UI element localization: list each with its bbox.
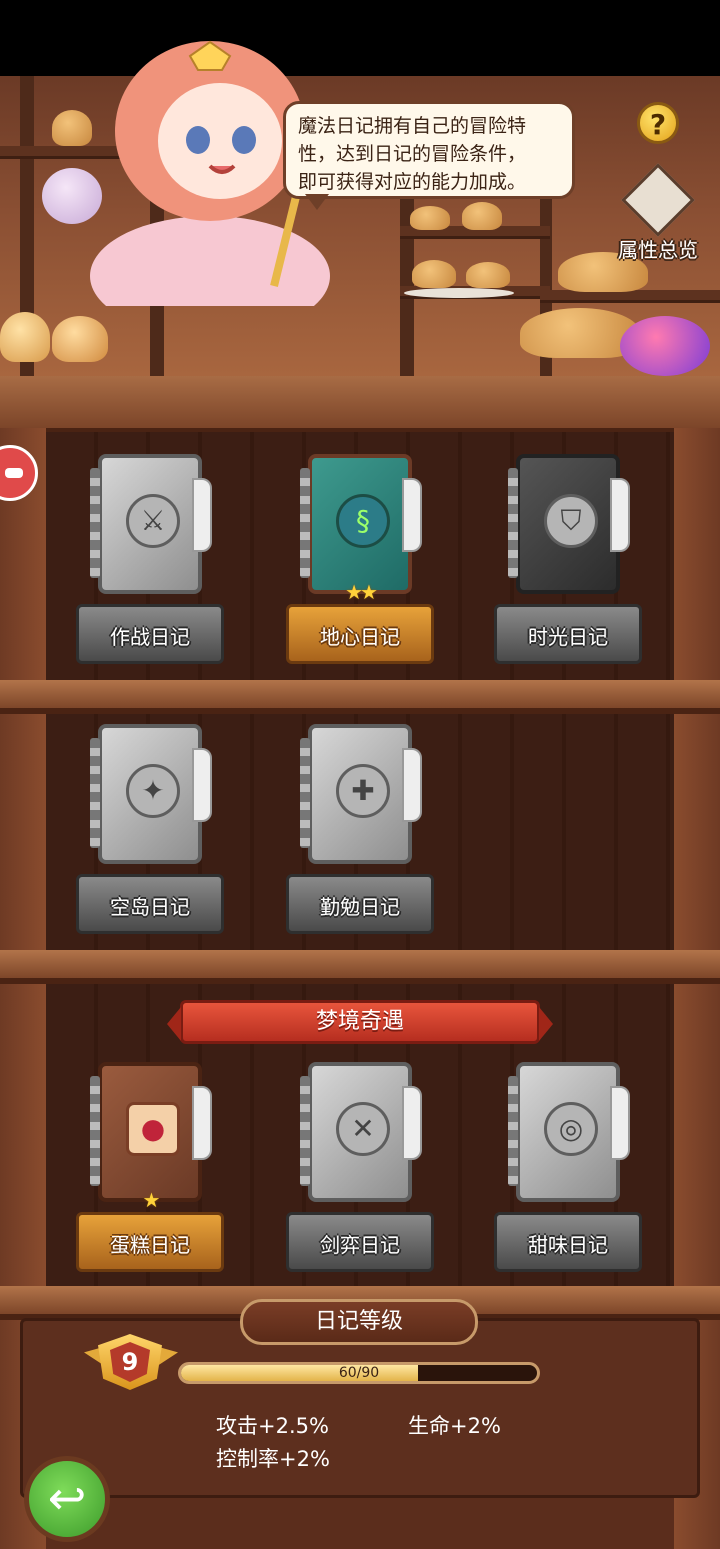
star-rating: ★ [142, 1188, 161, 1212]
book-cover: ✚ [300, 724, 422, 864]
book-icon [621, 163, 695, 237]
shelf-board [0, 950, 720, 984]
diary-pedestal: 蛋糕日记 [76, 1212, 224, 1272]
book-cover: ◎ [508, 1062, 630, 1202]
earth-core-icon: § [336, 494, 390, 548]
diary-name: 作战日记 [110, 625, 190, 649]
shield-icon: ⛉ [544, 494, 598, 548]
level-progress-bar: 60/90 [178, 1362, 540, 1384]
diary-sword-chess[interactable]: ✕ 剑弈日记 [280, 1062, 440, 1282]
diary-pedestal: 作战日记 [76, 604, 224, 664]
diary-pedestal: 勤勉日记 [286, 874, 434, 934]
dream-encounter-banner: 梦境奇遇 [167, 1000, 553, 1044]
diary-name: 蛋糕日记 [110, 1233, 190, 1257]
diary-pedestal: 剑弈日记 [286, 1212, 434, 1272]
stat-control: 控制率+2% [216, 1447, 330, 1471]
cross-emblem-icon: ✚ [336, 764, 390, 818]
crossed-blades-icon: ✕ [336, 1102, 390, 1156]
diary-sweet[interactable]: ◎ 甜味日记 [488, 1062, 648, 1282]
speech-bubble-tail [305, 194, 329, 210]
book-cover: § [300, 454, 422, 594]
book-cover: ● [90, 1062, 212, 1202]
diary-name: 时光日记 [528, 625, 608, 649]
diary-name: 勤勉日记 [320, 895, 400, 919]
bookcase-top [0, 376, 720, 432]
diary-combat[interactable]: ⚔ 作战日记 [70, 454, 230, 674]
diary-name: 地心日记 [320, 625, 400, 649]
diary-pedestal: 时光日记 [494, 604, 642, 664]
cake-icon: ● [126, 1102, 180, 1156]
book-cover: ⛉ [508, 454, 630, 594]
diary-level-title: 日记等级 [240, 1299, 478, 1345]
book-cover: ✕ [300, 1062, 422, 1202]
diary-diligence[interactable]: ✚ 勤勉日记 [280, 724, 440, 944]
diary-pedestal: 甜味日记 [494, 1212, 642, 1272]
compass-icon: ✦ [126, 764, 180, 818]
diary-cake[interactable]: ● ★ 蛋糕日记 [70, 1062, 230, 1282]
level-progress-text: 60/90 [338, 1365, 380, 1381]
diary-name: 剑弈日记 [320, 1233, 400, 1257]
level-number: 9 [110, 1342, 150, 1382]
star-rating: ★★ [345, 580, 378, 604]
attribute-overview-label: 属性总览 [618, 238, 698, 262]
shelf-board [0, 680, 720, 714]
diary-time[interactable]: ⛉ 时光日记 [488, 454, 648, 674]
diary-earth-core[interactable]: § ★★ 地心日记 [280, 454, 440, 674]
crossed-swords-icon: ⚔ [126, 494, 180, 548]
diary-sky-island[interactable]: ✦ 空岛日记 [70, 724, 230, 944]
stat-attack: 攻击+2.5% [216, 1414, 329, 1438]
diary-name: 甜味日记 [528, 1233, 608, 1257]
guide-speech-bubble: 魔法日记拥有自己的冒险特 性，达到日记的冒险条件， 即可获得对应的能力加成。 [283, 101, 575, 199]
back-arrow-icon: ↩ [47, 1471, 87, 1525]
diary-pedestal: 空岛日记 [76, 874, 224, 934]
attribute-overview-button[interactable]: 属性总览 [606, 163, 710, 262]
book-cover: ⚔ [90, 454, 212, 594]
book-cover: ✦ [90, 724, 212, 864]
diary-name: 空岛日记 [110, 895, 190, 919]
donut-icon: ◎ [544, 1102, 598, 1156]
back-button[interactable]: ↩ [24, 1456, 110, 1542]
diary-pedestal: 地心日记 [286, 604, 434, 664]
stat-hp: 生命+2% [408, 1414, 501, 1438]
help-button[interactable]: ? [637, 102, 679, 144]
